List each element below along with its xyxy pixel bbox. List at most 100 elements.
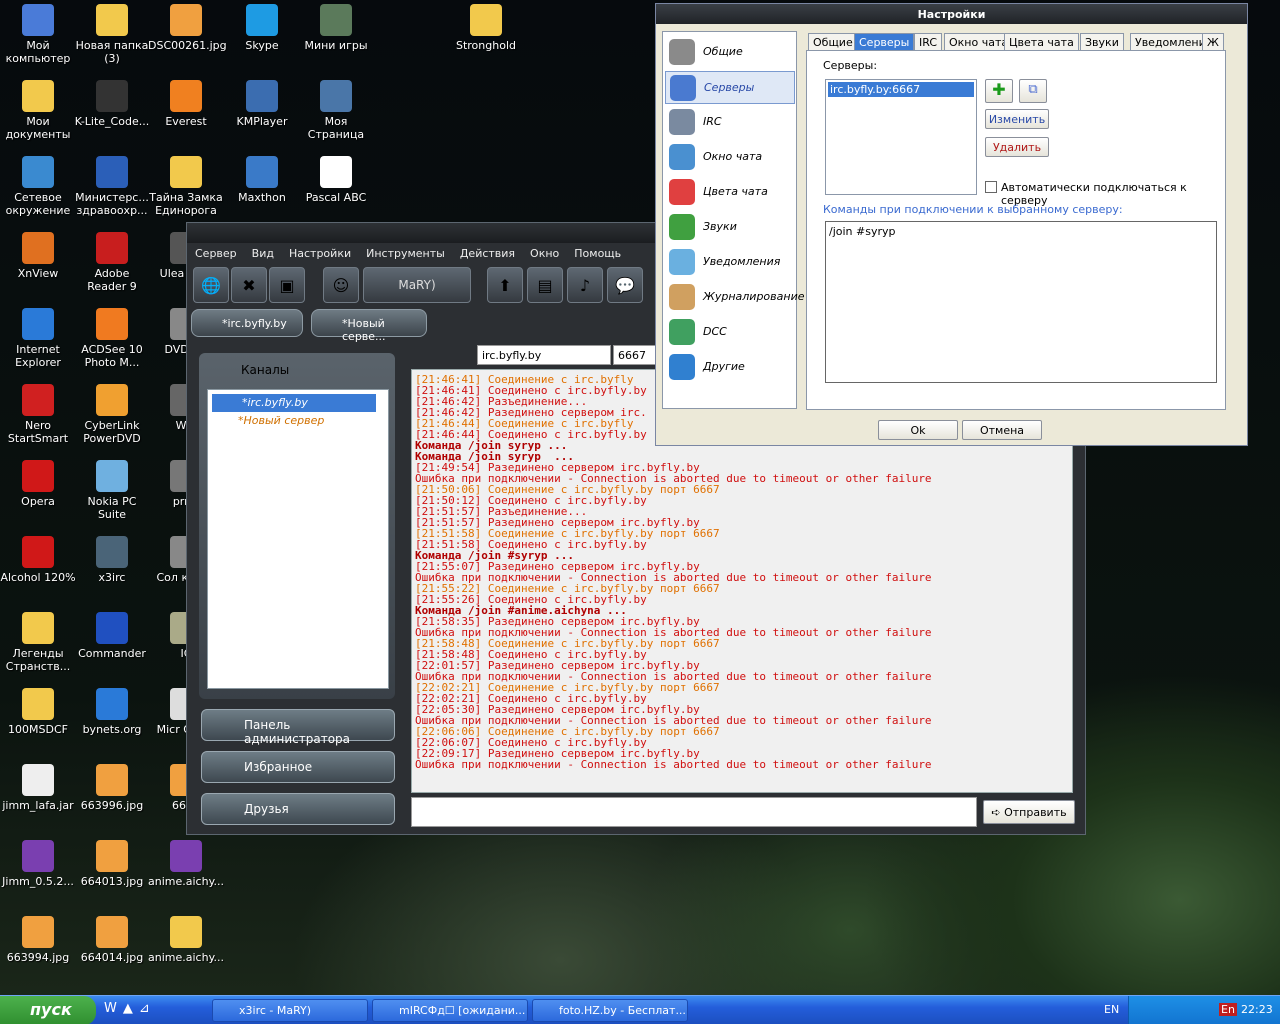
desktop-icon[interactable]: x3irc bbox=[74, 536, 150, 584]
user-icon[interactable]: ☺ bbox=[323, 267, 359, 303]
server-field[interactable]: irc.byfly.by bbox=[477, 345, 611, 365]
desktop-icon[interactable]: Мой компьютер bbox=[0, 4, 76, 65]
tab-server-1[interactable]: *irc.byfly.by bbox=[191, 309, 303, 337]
desktop-icon[interactable]: 663994.jpg bbox=[0, 916, 76, 964]
globe-icon[interactable]: 🌐 bbox=[193, 267, 229, 303]
task-mirc[interactable]: mIRCФд☐ [ожидани... bbox=[372, 999, 528, 1022]
word-icon[interactable]: W bbox=[104, 1001, 123, 1016]
desktop-icon[interactable]: anime.aichy... bbox=[148, 916, 224, 964]
desktop-icon[interactable]: Тайна Замка Единорога bbox=[148, 156, 224, 217]
nick-display[interactable]: MaRY) bbox=[363, 267, 471, 303]
task-browser[interactable]: foto.HZ.by - Бесплат... bbox=[532, 999, 688, 1022]
settings-tab[interactable]: IRC bbox=[914, 33, 943, 51]
message-input[interactable] bbox=[411, 797, 977, 827]
launch-icon[interactable]: ▲ bbox=[123, 1001, 139, 1016]
desktop-icon[interactable]: Everest bbox=[148, 80, 224, 128]
settings-nav-item[interactable]: Окно чата bbox=[665, 141, 795, 174]
commands-textarea[interactable]: /join #syryp bbox=[825, 221, 1217, 383]
copy-server-icon[interactable]: ⧉ bbox=[1019, 79, 1047, 103]
tab-server-2[interactable]: *Новый серве... bbox=[311, 309, 427, 343]
server-list-item[interactable]: irc.byfly.by:6667 bbox=[828, 82, 974, 97]
settings-nav-item[interactable]: Цвета чата bbox=[665, 176, 795, 209]
settings-nav-item[interactable]: Общие bbox=[665, 36, 795, 69]
edit-button[interactable]: Изменить bbox=[985, 109, 1049, 129]
desktop-icon[interactable]: DSC00261.jpg bbox=[148, 4, 227, 52]
desktop-icon[interactable]: Stronghold bbox=[448, 4, 524, 52]
speaker-icon[interactable]: ♪ bbox=[567, 267, 603, 303]
desktop-icon[interactable]: Adobe Reader 9 bbox=[74, 232, 150, 293]
desktop-icon[interactable]: 664013.jpg bbox=[74, 840, 150, 888]
desktop-icon[interactable]: Pascal ABC bbox=[298, 156, 374, 204]
settings-tab[interactable]: Серверы bbox=[854, 33, 915, 51]
desktop-icon[interactable]: K-Lite_Code... bbox=[74, 80, 150, 128]
settings-tab[interactable]: Окно чата bbox=[944, 33, 1014, 51]
desktop-icon[interactable]: 100MSDCF bbox=[0, 688, 76, 736]
settings-nav-item[interactable]: Журналирование bbox=[665, 281, 805, 314]
port-field[interactable]: 6667 bbox=[613, 345, 657, 365]
up-arrow-icon[interactable]: ⬆ bbox=[487, 267, 523, 303]
favorites-button[interactable]: Избранное bbox=[201, 751, 395, 783]
friends-button[interactable]: Друзья bbox=[201, 793, 395, 825]
desktop-icon[interactable]: jimm_lafa.jar bbox=[0, 764, 76, 812]
desktop-icon[interactable]: Моя Страница bbox=[298, 80, 374, 141]
task-x3irc[interactable]: x3irc - MaRY) bbox=[212, 999, 368, 1022]
channel-item[interactable]: *irc.byfly.by bbox=[212, 394, 376, 412]
desktop-icon[interactable]: 664014.jpg bbox=[74, 916, 150, 964]
desktop-icon[interactable]: XnView bbox=[0, 232, 76, 280]
menu-help[interactable]: Помощь bbox=[574, 247, 621, 261]
desktop-icon[interactable]: 663996.jpg bbox=[74, 764, 150, 812]
menu-window[interactable]: Окно bbox=[530, 247, 559, 261]
settings-tab[interactable]: Общие bbox=[808, 33, 858, 51]
add-server-icon[interactable]: ✚ bbox=[985, 79, 1013, 103]
settings-nav-item[interactable]: Другие bbox=[665, 351, 795, 384]
menu-settings[interactable]: Настройки bbox=[289, 247, 351, 261]
menu-server[interactable]: Сервер bbox=[195, 247, 237, 261]
settings-tab[interactable]: Звуки bbox=[1080, 33, 1124, 51]
desktop-icon[interactable]: Новая папка (3) bbox=[74, 4, 150, 65]
start-button[interactable]: пуск bbox=[0, 996, 96, 1024]
desktop-icon[interactable]: Сетевое окружение bbox=[0, 156, 76, 217]
settings-nav-item[interactable]: IRC bbox=[665, 106, 795, 139]
cancel-button[interactable]: Отмена bbox=[962, 420, 1042, 440]
menu-view[interactable]: Вид bbox=[252, 247, 274, 261]
desktop-icon[interactable]: Nokia PC Suite bbox=[74, 460, 150, 521]
book-icon[interactable]: ▤ bbox=[527, 267, 563, 303]
settings-nav-item[interactable]: DCC bbox=[665, 316, 795, 349]
desktop-icon[interactable]: ACDSee 10 Photo M... bbox=[74, 308, 150, 369]
settings-tab[interactable]: Цвета чата bbox=[1004, 33, 1079, 51]
desktop-icon[interactable]: Мои документы bbox=[0, 80, 76, 141]
menu-tools[interactable]: Инструменты bbox=[366, 247, 445, 261]
settings-nav-item[interactable]: Звуки bbox=[665, 211, 795, 244]
desktop-icon[interactable]: Легенды Странств... bbox=[0, 612, 76, 673]
desktop-icon[interactable]: KMPlayer bbox=[224, 80, 300, 128]
desktop-icon[interactable]: Commander bbox=[74, 612, 150, 660]
ok-button[interactable]: Ok bbox=[878, 420, 958, 440]
desktop-icon[interactable]: CyberLink PowerDVD bbox=[74, 384, 150, 445]
admin-panel-button[interactable]: Панель администратора bbox=[201, 709, 395, 746]
desktop-icon[interactable]: Opera bbox=[0, 460, 76, 508]
settings-nav-item[interactable]: Серверы bbox=[665, 71, 795, 104]
auto-connect-checkbox[interactable] bbox=[985, 181, 997, 193]
desktop-icon[interactable]: Maxthon bbox=[224, 156, 300, 204]
channel-item[interactable]: *Новый сервер bbox=[208, 412, 388, 430]
desktop-icon[interactable]: bynets.org bbox=[74, 688, 150, 736]
chat-bubble-icon[interactable]: 💬 bbox=[607, 267, 643, 303]
desktop-icon[interactable]: Мини игры bbox=[298, 4, 374, 52]
settings-nav-item[interactable]: Уведомления bbox=[665, 246, 795, 279]
delete-button[interactable]: Удалить bbox=[985, 137, 1049, 157]
desktop-icon[interactable]: Министерс... здравоохр... bbox=[74, 156, 150, 217]
tools-icon[interactable]: ✖ bbox=[231, 267, 267, 303]
desktop-icon[interactable]: Internet Explorer bbox=[0, 308, 76, 369]
desktop-icon[interactable]: Nero StartSmart bbox=[0, 384, 76, 445]
language-indicator[interactable]: EN bbox=[1104, 1003, 1119, 1016]
language-icon[interactable]: En bbox=[1219, 1003, 1237, 1016]
menu-actions[interactable]: Действия bbox=[460, 247, 515, 261]
arrow-icon[interactable]: ⊿ bbox=[139, 1001, 156, 1016]
desktop-icon[interactable]: anime.aichy... bbox=[148, 840, 224, 888]
send-button[interactable]: ➪ Отправить bbox=[983, 800, 1075, 824]
settings-tab[interactable]: Ж bbox=[1202, 33, 1224, 51]
image-icon[interactable]: ▣ bbox=[269, 267, 305, 303]
desktop-icon[interactable]: Alcohol 120% bbox=[0, 536, 76, 584]
desktop-icon[interactable]: Skype bbox=[224, 4, 300, 52]
desktop-icon[interactable]: Jimm_0.5.2... bbox=[0, 840, 76, 888]
